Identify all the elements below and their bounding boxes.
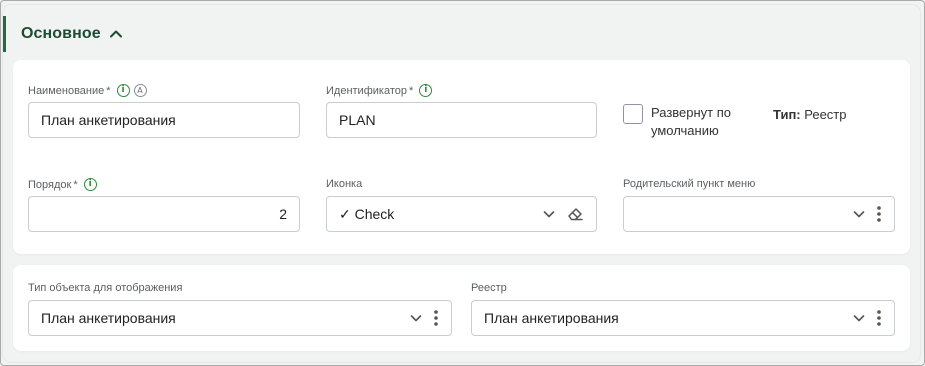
type-info: Тип: Реестр [773,107,847,122]
expanded-checkbox-label[interactable]: Развернут по умолчанию [651,104,751,140]
kebab-menu-icon[interactable] [876,309,882,327]
icon-label: Иконка [326,178,363,190]
info-icon[interactable]: i [83,178,97,191]
info-icon[interactable]: i [419,84,433,97]
object-type-label: Тип объекта для отображения [28,282,183,294]
chevron-down-icon[interactable] [852,207,866,221]
object-type-select[interactable]: План анкетирования [28,300,452,336]
icon-select-value: ✓ Check [339,205,395,222]
identifier-input[interactable]: PLAN [326,102,597,138]
kebab-menu-icon[interactable] [876,205,882,223]
kebab-menu-icon[interactable] [433,309,439,327]
type-value: Реестр [804,107,847,122]
icon-select[interactable]: ✓ Check [326,196,597,232]
check-icon: ✓ [339,205,351,222]
auto-translate-icon[interactable]: A [133,84,147,97]
section-header-main[interactable]: Основное [3,16,303,52]
section-title: Основное [21,25,101,42]
info-icon[interactable]: i [116,84,130,97]
parent-menu-select[interactable] [623,196,895,232]
eraser-icon[interactable] [566,205,584,223]
chevron-down-icon[interactable] [409,311,423,325]
identifier-label: Идентификатор * i [326,84,433,97]
name-input[interactable]: План анкетирования [28,102,300,138]
type-key: Тип: [773,107,801,122]
chevron-up-icon [109,30,122,38]
registry-label: Реестр [471,282,507,294]
order-input[interactable]: 2 [28,196,300,232]
parent-menu-label: Родительский пункт меню [623,178,756,190]
chevron-down-icon[interactable] [542,207,556,221]
chevron-down-icon[interactable] [852,311,866,325]
order-label: Порядок * i [28,178,97,191]
registry-select[interactable]: План анкетирования [471,300,895,336]
name-label: Наименование * i A [28,84,147,97]
expanded-checkbox[interactable] [623,104,643,124]
